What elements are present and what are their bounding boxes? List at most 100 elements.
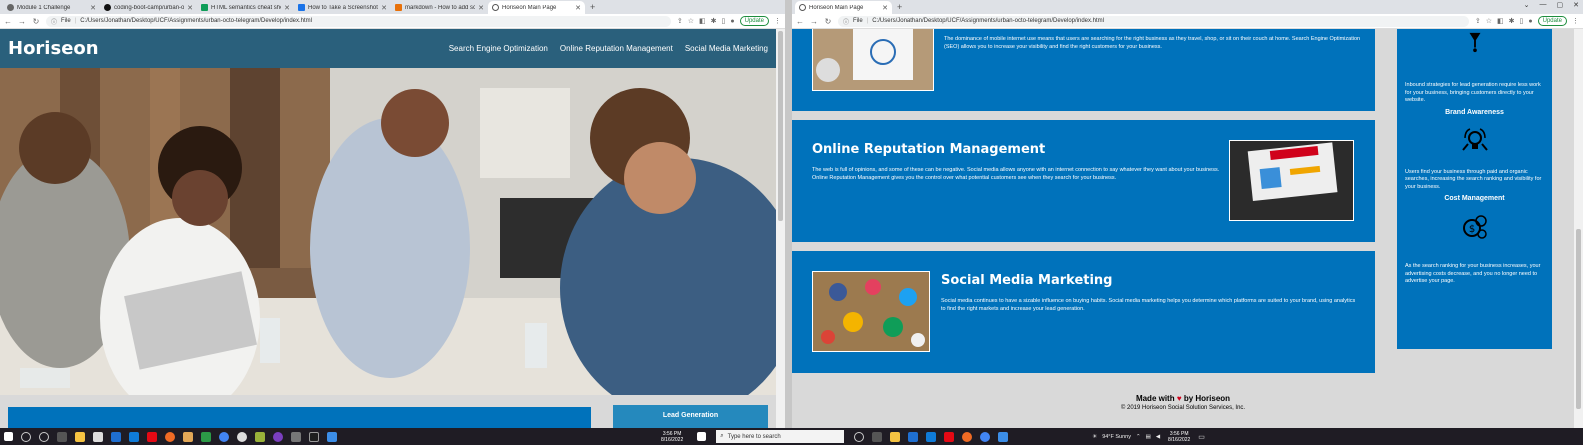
chrome-icon[interactable] [980, 431, 991, 442]
nav-link-seo[interactable]: Search Engine Optimization [449, 44, 548, 53]
extension-icon[interactable]: ◧ [1497, 17, 1504, 25]
profile-icon[interactable]: ● [730, 18, 734, 25]
app-icon[interactable] [183, 431, 193, 442]
profile-icon[interactable]: ● [1528, 18, 1532, 25]
sidebar-icon[interactable]: ▯ [1520, 17, 1524, 25]
vscode-icon[interactable] [327, 431, 337, 442]
cortana-icon[interactable] [854, 431, 865, 442]
tab-horiseon-main[interactable]: Horiseon Main Page ✕ [795, 1, 892, 14]
search-icon[interactable] [21, 431, 31, 442]
left-scrollbar[interactable] [776, 29, 785, 428]
minimize-icon[interactable]: — [1540, 1, 1547, 9]
globe-icon [492, 4, 499, 11]
app-icon[interactable] [962, 431, 973, 442]
edge-icon[interactable] [129, 431, 139, 442]
mail-icon[interactable] [908, 431, 919, 442]
smm-title: Social Media Marketing [941, 273, 1113, 288]
forward-arrow-icon[interactable]: → [810, 17, 818, 26]
windows-start-icon[interactable] [4, 432, 13, 441]
right-address-bar: ← → ↻ ⓘ File | C:/Users/Jonathan/Desktop… [792, 14, 1583, 29]
tab-github-repo[interactable]: coding-boot-camp/urban-octo-...✕ [100, 1, 197, 14]
app-icon[interactable] [273, 431, 283, 442]
menu-icon[interactable]: ⋮ [1572, 17, 1579, 25]
weather-text[interactable]: 94°F Sunny [1102, 434, 1131, 440]
reload-icon[interactable]: ↻ [824, 17, 832, 26]
volume-icon[interactable]: ◀ [1156, 434, 1160, 440]
left-scrollbar-thumb[interactable] [778, 31, 783, 221]
close-tab-icon[interactable]: ✕ [381, 4, 387, 12]
right-clock-date: 8/16/2022 [1168, 436, 1191, 443]
chrome-icon[interactable] [219, 431, 229, 442]
nav-link-smm[interactable]: Social Media Marketing [685, 44, 768, 53]
bookmark-star-icon[interactable]: ☆ [688, 17, 694, 25]
netflix-icon[interactable] [147, 431, 157, 442]
back-arrow-icon[interactable]: ← [4, 17, 12, 26]
notification-icon[interactable]: ▭ [1198, 433, 1205, 441]
extension-icon[interactable]: ◧ [699, 17, 706, 25]
tab-horiseon-main[interactable]: Horiseon Main Page ✕ [488, 1, 585, 14]
close-tab-icon[interactable]: ✕ [575, 4, 581, 12]
netflix-icon[interactable] [944, 431, 955, 442]
right-scrollbar[interactable] [1574, 29, 1583, 428]
horiseon-page-right: The dominance of mobile internet use mea… [792, 29, 1574, 428]
forward-arrow-icon[interactable]: → [18, 17, 26, 26]
app-icon[interactable] [237, 431, 247, 442]
tab-html-semantics[interactable]: HTML semantics cheat sheet - W...✕ [197, 1, 294, 14]
store-icon[interactable] [93, 431, 103, 442]
sidebar-icon[interactable]: ▯ [722, 17, 726, 25]
back-arrow-icon[interactable]: ← [796, 17, 804, 26]
terminal-icon[interactable] [309, 431, 319, 442]
new-tab-button[interactable]: + [585, 1, 600, 14]
tab-screenshot-howto[interactable]: How to Take a Screenshot on yo...✕ [294, 1, 391, 14]
file-explorer-icon[interactable] [75, 431, 85, 442]
brand-awareness-heading: Brand Awareness [1445, 108, 1504, 116]
task-view-icon[interactable] [872, 431, 883, 442]
edge-icon[interactable] [926, 431, 937, 442]
file-explorer-icon[interactable] [890, 431, 901, 442]
update-button[interactable]: Update [1537, 16, 1567, 26]
puzzle-icon[interactable]: ✱ [711, 17, 717, 25]
taskbar-search-box[interactable]: ⌕ Type here to search [716, 430, 845, 443]
vscode-icon[interactable] [998, 431, 1009, 442]
close-tab-icon[interactable]: ✕ [187, 4, 193, 12]
app-icon[interactable] [255, 431, 265, 442]
bookmark-star-icon[interactable]: ☆ [1486, 17, 1492, 25]
close-tab-icon[interactable]: ✕ [284, 4, 290, 12]
network-icon[interactable]: ▤ [1146, 434, 1151, 440]
new-tab-button[interactable]: + [892, 1, 907, 14]
reload-icon[interactable]: ↻ [32, 17, 40, 26]
left-address-bar: ← → ↻ ⓘ File | C:/Users/Jonathan/Desktop… [0, 14, 785, 29]
close-tab-icon[interactable]: ✕ [478, 4, 484, 12]
share-icon[interactable]: ⇪ [1475, 17, 1481, 25]
maximize-icon[interactable]: ▢ [1557, 1, 1564, 9]
right-browser-window: Horiseon Main Page ✕ + ⌄ — ▢ ✕ ← → ↻ ⓘ Fi… [792, 0, 1583, 428]
app-icon[interactable] [291, 431, 301, 442]
right-scrollbar-thumb[interactable] [1576, 229, 1581, 409]
tab-markdown-question[interactable]: markdown - How to add screen...✕ [391, 1, 488, 14]
windows-start-icon[interactable] [697, 432, 707, 441]
cost-management-icon: $ [1462, 215, 1487, 239]
close-tab-icon[interactable]: ✕ [882, 4, 888, 12]
left-tab-strip: Module 1 Challenge ✕ coding-boot-camp/urb… [0, 0, 785, 14]
url-field[interactable]: ⓘ File | C:/Users/Jonathan/Desktop/UCF/A… [46, 15, 671, 27]
chevron-up-icon[interactable]: ⌃ [1136, 434, 1141, 440]
cortana-icon[interactable] [39, 431, 49, 442]
orm-card: Online Reputation Management The web is … [792, 120, 1375, 242]
nav-link-orm[interactable]: Online Reputation Management [560, 44, 673, 53]
puzzle-icon[interactable]: ✱ [1509, 17, 1515, 25]
url-field[interactable]: ⓘ File | C:/Users/Jonathan/Desktop/UCF/A… [838, 15, 1469, 27]
app-icon[interactable] [201, 431, 211, 442]
app-icon[interactable] [165, 431, 175, 442]
task-view-icon[interactable] [57, 431, 67, 442]
update-button[interactable]: Update [739, 16, 769, 26]
url-text: C:/Users/Jonathan/Desktop/UCF/Assignment… [872, 18, 1105, 24]
weather-icon[interactable]: ☀ [1092, 434, 1097, 440]
share-icon[interactable]: ⇪ [677, 17, 683, 25]
close-tab-icon[interactable]: ✕ [90, 4, 96, 12]
menu-icon[interactable]: ⋮ [774, 17, 781, 25]
mail-icon[interactable] [111, 431, 121, 442]
close-window-icon[interactable]: ✕ [1573, 1, 1579, 9]
chevron-down-icon[interactable]: ⌄ [1524, 1, 1530, 9]
site-brand[interactable]: Horiseon [8, 38, 99, 59]
tab-module-1-challenge[interactable]: Module 1 Challenge ✕ [3, 1, 100, 14]
